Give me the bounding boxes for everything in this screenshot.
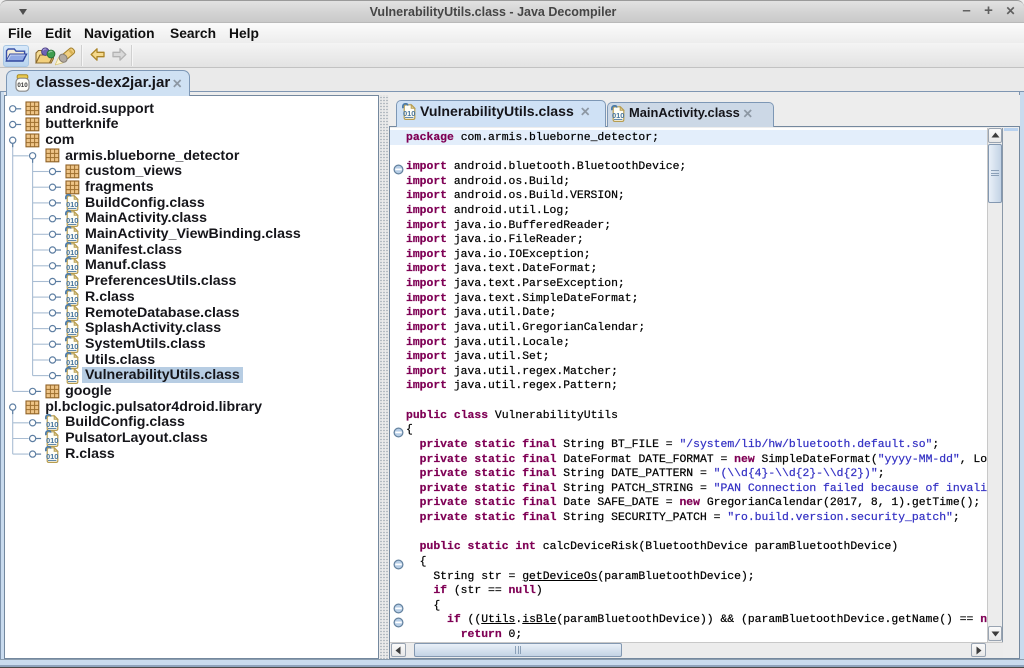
svg-text:010: 010 [66,342,79,351]
svg-text:010: 010 [66,216,79,225]
svg-text:010: 010 [17,82,28,89]
svg-text:010: 010 [46,420,59,429]
svg-text:010: 010 [66,358,79,367]
svg-text:010: 010 [66,232,79,241]
svg-text:010: 010 [66,373,79,382]
svg-text:010: 010 [66,326,79,335]
svg-text:010: 010 [66,263,79,272]
svg-text:010: 010 [403,109,416,118]
svg-text:010: 010 [66,248,79,257]
svg-text:010: 010 [612,111,625,120]
svg-text:010: 010 [66,279,79,288]
svg-text:010: 010 [66,295,79,304]
svg-text:010: 010 [66,311,79,320]
svg-text:010: 010 [46,436,59,445]
svg-text:010: 010 [66,201,79,210]
svg-text:010: 010 [46,452,59,461]
